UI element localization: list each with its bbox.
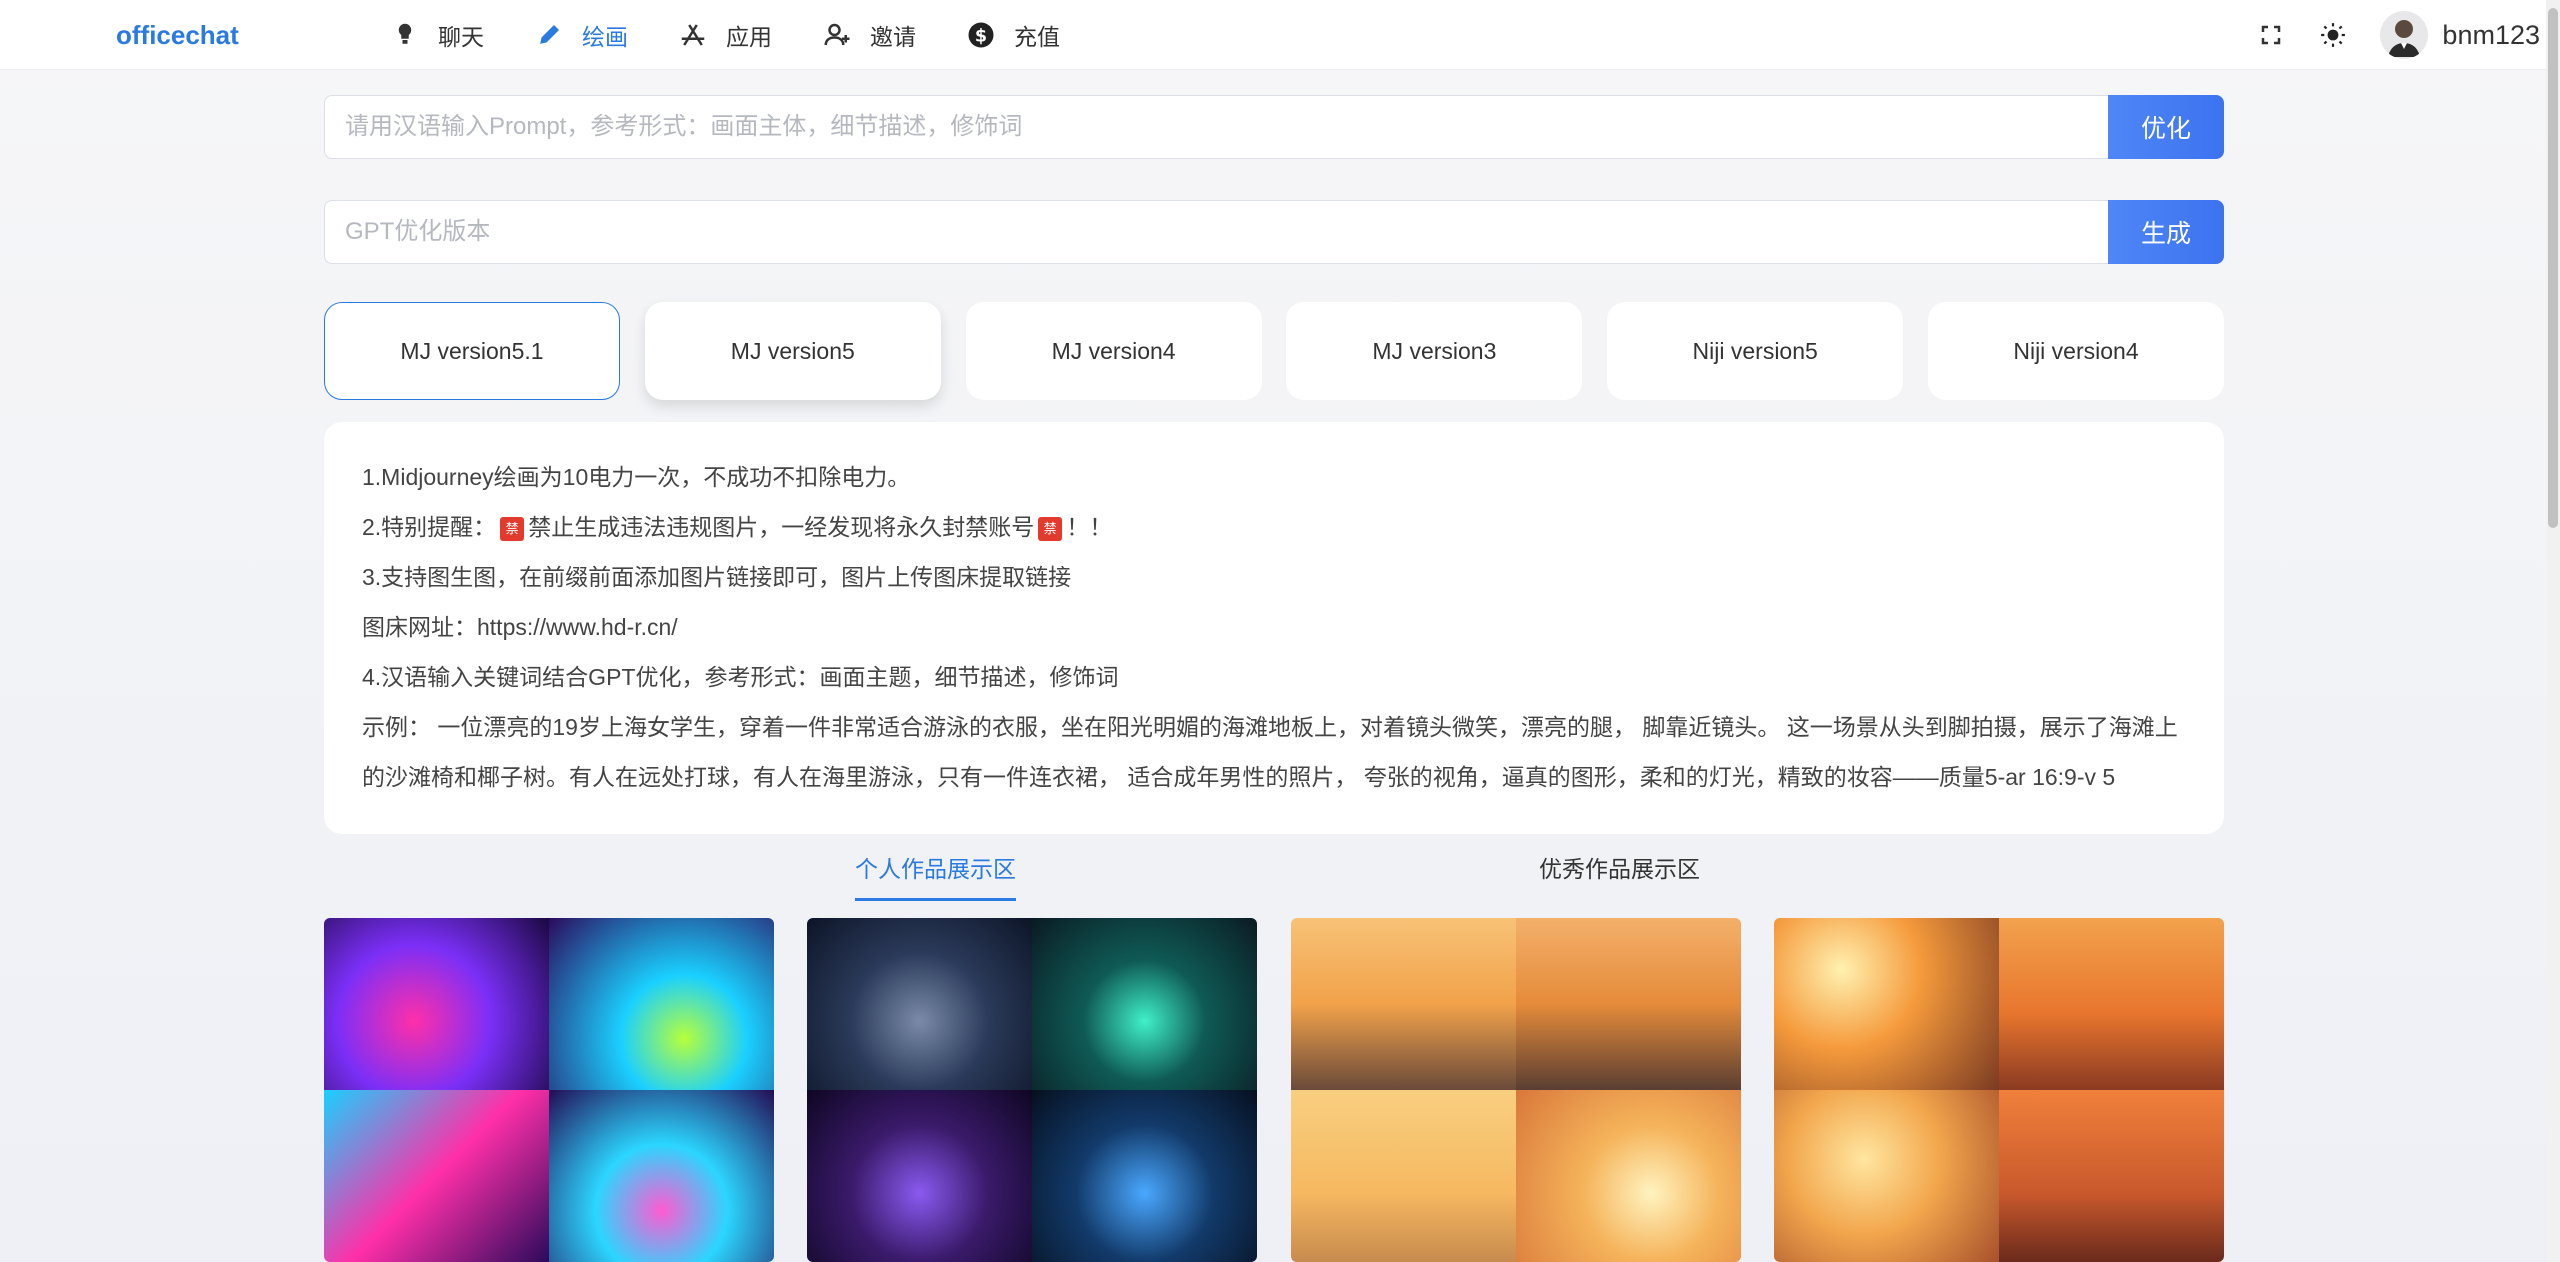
tab-featured-works[interactable]: 优秀作品展示区 [1539, 850, 1700, 898]
info-line-example: 示例： 一位漂亮的19岁上海女学生，穿着一件非常适合游泳的衣服，坐在阳光明媚的海… [362, 714, 2178, 790]
pencil-icon [540, 25, 559, 44]
gallery-thumb [807, 918, 1033, 1090]
optimize-button[interactable]: 优化 [2108, 95, 2224, 159]
gallery-thumb [1290, 918, 1516, 1090]
nav-label: 应用 [726, 24, 772, 50]
tab-personal-works[interactable]: 个人作品展示区 [855, 850, 1016, 901]
version-niji-5[interactable]: Niji version5 [1607, 302, 1904, 400]
nav-item-recharge[interactable]: $ 充值 [966, 18, 1060, 52]
gallery-thumb [1290, 1090, 1516, 1262]
version-niji-4[interactable]: Niji version4 [1927, 302, 2224, 400]
top-navbar: officechat 聊天 绘画 应用 邀请 $ 充值 bnm123 [0, 0, 2560, 70]
gallery-thumb [1773, 1090, 1999, 1262]
gallery-thumb [1515, 918, 1741, 1090]
nav-label: 绘画 [582, 24, 628, 50]
header-actions: bnm123 [2256, 0, 2540, 70]
gallery-thumb [1773, 918, 1999, 1090]
scrollbar-thumb[interactable] [2548, 8, 2558, 528]
nav-item-apps[interactable]: 应用 [678, 18, 772, 52]
gallery-item[interactable] [1773, 918, 2224, 1262]
gallery-item[interactable] [807, 918, 1258, 1262]
info-line: 3.支持图生图，在前缀前面添加图片链接即可，图片上传图床提取链接 [362, 564, 1072, 590]
gpt-optimized-input[interactable] [324, 200, 2108, 264]
fullscreen-icon[interactable] [2256, 20, 2286, 50]
nav-label: 邀请 [870, 24, 916, 50]
nav-item-invite[interactable]: 邀请 [822, 18, 916, 52]
gallery-thumb [324, 1090, 549, 1262]
main-nav: 聊天 绘画 应用 邀请 $ 充值 [390, 0, 1110, 70]
svg-text:$: $ [975, 26, 987, 46]
info-line-warning: 2.特别提醒：禁禁止生成违法违规图片，一经发现将永久封禁账号禁！！ [362, 514, 1113, 541]
gallery-thumb [1032, 1090, 1258, 1262]
gallery-tabs: 个人作品展示区 优秀作品展示区 [324, 840, 2224, 901]
version-selector: MJ version5.1 MJ version5 MJ version4 MJ… [324, 302, 2224, 400]
app-store-icon [681, 24, 705, 46]
avatar[interactable] [2380, 11, 2429, 59]
gallery-item[interactable] [1290, 918, 1741, 1262]
gallery-thumb [549, 1090, 774, 1262]
ban-badge: 禁 [1038, 516, 1063, 541]
nav-label: 充值 [1014, 24, 1060, 50]
nav-item-draw[interactable]: 绘画 [534, 18, 628, 52]
gallery-thumb [1032, 918, 1258, 1090]
invite-user-icon [824, 23, 850, 46]
lightbulb-icon [398, 23, 412, 44]
page-scrollbar[interactable] [2546, 0, 2560, 1262]
version-mj-3[interactable]: MJ version3 [1286, 302, 1583, 400]
gallery-thumb [549, 918, 774, 1090]
instructions-panel: 1.Midjourney绘画为10电力一次，不成功不扣除电力。 2.特别提醒：禁… [324, 422, 2224, 834]
gallery-thumb [1515, 1090, 1741, 1262]
gpt-row: 生成 [324, 200, 2224, 264]
ban-badge: 禁 [500, 516, 525, 541]
gallery-grid [324, 918, 2224, 1262]
version-mj-5[interactable]: MJ version5 [644, 302, 941, 400]
dollar-icon: $ [968, 22, 994, 48]
gallery-thumb [1998, 1090, 2224, 1262]
username[interactable]: bnm123 [2442, 20, 2540, 51]
prompt-input[interactable] [324, 95, 2108, 159]
gallery-thumb [1998, 918, 2224, 1090]
brand-logo[interactable]: officechat [116, 20, 239, 51]
info-line: 4.汉语输入关键词结合GPT优化，参考形式：画面主题，细节描述，修饰词 [362, 664, 1119, 690]
info-line-link: 图床网址：https://www.hd-r.cn/ [362, 614, 678, 640]
gallery-thumb [324, 918, 549, 1090]
prompt-row: 优化 [324, 95, 2224, 159]
nav-item-chat[interactable]: 聊天 [390, 18, 484, 52]
gallery-item[interactable] [324, 918, 774, 1262]
info-line: 1.Midjourney绘画为10电力一次，不成功不扣除电力。 [362, 464, 911, 490]
version-mj-4[interactable]: MJ version4 [965, 302, 1262, 400]
theme-sun-icon[interactable] [2318, 20, 2348, 50]
version-mj-5-1[interactable]: MJ version5.1 [324, 302, 620, 400]
generate-button[interactable]: 生成 [2108, 200, 2224, 264]
nav-label: 聊天 [438, 24, 484, 50]
gallery-thumb [807, 1090, 1033, 1262]
